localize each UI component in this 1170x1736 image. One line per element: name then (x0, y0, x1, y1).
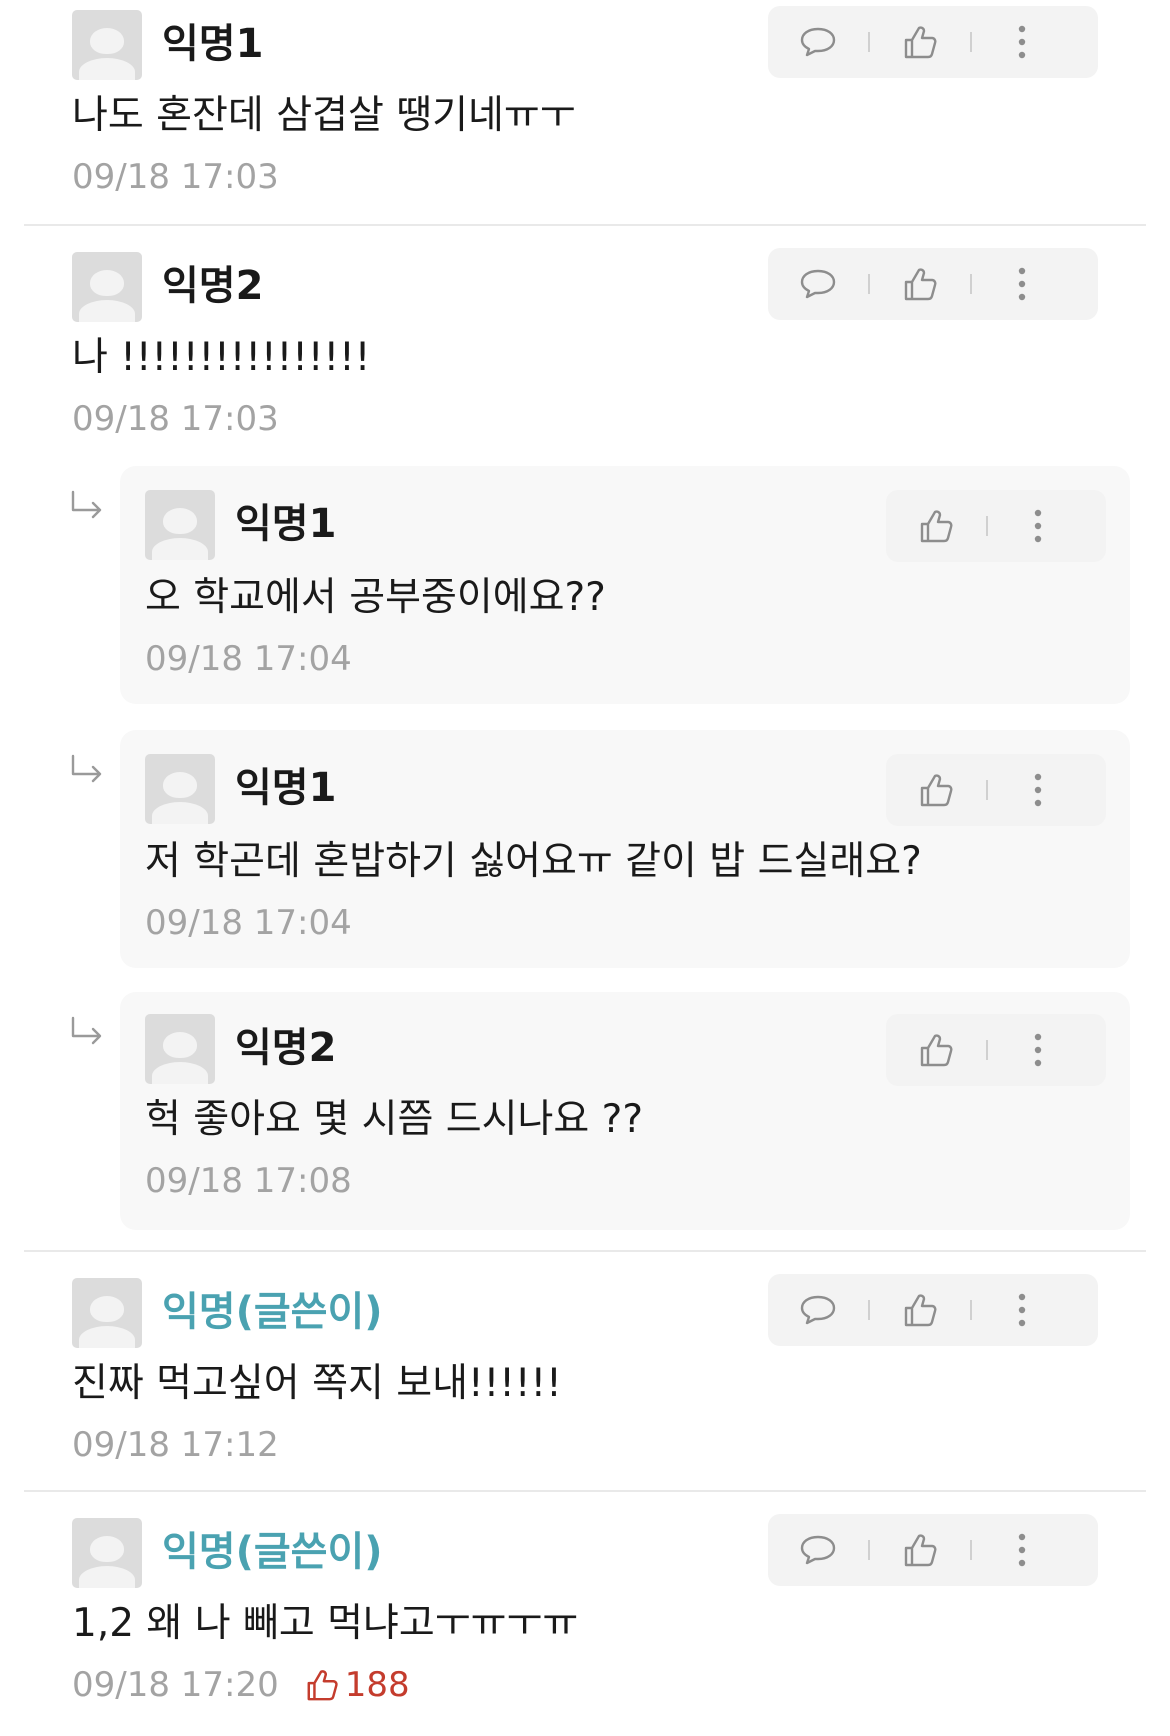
comment-meta: 09/18 17:20 188 (72, 1664, 410, 1706)
like-button[interactable] (870, 6, 970, 78)
reply-nickname: 익명2 (235, 1025, 337, 1071)
divider (24, 224, 1146, 226)
more-button[interactable] (972, 1514, 1072, 1586)
more-button[interactable] (972, 1274, 1072, 1346)
reply-time: 09/18 17:04 (145, 639, 352, 679)
divider (24, 1250, 1146, 1252)
thumbs-up-icon (904, 268, 937, 301)
comment-nickname: 익명(글쓴이) (162, 1529, 383, 1575)
reply-text: 저 학곤데 혼밥하기 싫어요ㅠ 같이 밥 드실래요? (145, 839, 922, 884)
speech-bubble-icon (800, 1535, 836, 1565)
reply-item: 익명2 헉 좋아요 몇 시쯤 드시나요 ?? 09/18 17:08 (120, 992, 1130, 1230)
comment-actions (768, 6, 1098, 78)
thumbs-up-icon (904, 1294, 937, 1327)
comment-time: 09/18 17:03 (72, 157, 279, 197)
divider (24, 1490, 1146, 1492)
reply-arrow-icon (71, 1016, 102, 1045)
like-count: 188 (305, 1664, 410, 1706)
reply-actions (886, 754, 1106, 826)
reply-button[interactable] (768, 1514, 868, 1586)
comment-actions (768, 1274, 1098, 1346)
reply-button[interactable] (768, 1274, 868, 1346)
reply-actions (886, 490, 1106, 562)
avatar (72, 252, 142, 322)
like-button[interactable] (870, 248, 970, 320)
comment-item: 익명(글쓴이) 진짜 먹고싶어 쪽지 보내!!!!!! 09/18 17:12 (0, 1268, 1170, 1488)
reply-time: 09/18 17:04 (145, 903, 352, 943)
reply-nickname: 익명1 (235, 765, 337, 811)
comment-item: 익명(글쓴이) 1,2 왜 나 빼고 먹냐고ㅜㅠㅜㅠ 09/18 17:20 1… (0, 1510, 1170, 1736)
like-button[interactable] (870, 1274, 970, 1346)
thumbs-up-icon (920, 510, 953, 543)
reply-button[interactable] (768, 6, 868, 78)
reply-arrow-icon (71, 754, 102, 783)
more-button[interactable] (988, 1014, 1088, 1086)
like-count-value: 188 (344, 1665, 410, 1705)
reply-actions (886, 1014, 1106, 1086)
reply-item: 익명1 저 학곤데 혼밥하기 싫어요ㅠ 같이 밥 드실래요? 09/18 17:… (120, 730, 1130, 968)
comment-actions (768, 1514, 1098, 1586)
thumbs-up-icon (307, 1670, 338, 1701)
more-button[interactable] (972, 6, 1072, 78)
comment-nickname: 익명(글쓴이) (162, 1289, 383, 1335)
more-button[interactable] (988, 754, 1088, 826)
reply-item: 익명1 오 학교에서 공부중이에요?? 09/18 17:04 (120, 466, 1130, 704)
like-button[interactable] (886, 490, 986, 562)
like-button[interactable] (870, 1514, 970, 1586)
vertical-dots-icon (1034, 773, 1042, 807)
avatar (145, 754, 215, 824)
comment-time: 09/18 17:20 (72, 1665, 279, 1705)
reply-button[interactable] (768, 248, 868, 320)
comment-nickname: 익명2 (162, 263, 264, 309)
comment-text: 1,2 왜 나 빼고 먹냐고ㅜㅠㅜㅠ (72, 1601, 579, 1646)
thumbs-up-icon (920, 1034, 953, 1067)
avatar (72, 1278, 142, 1348)
more-button[interactable] (972, 248, 1072, 320)
vertical-dots-icon (1018, 1293, 1026, 1327)
reply-nickname: 익명1 (235, 501, 337, 547)
comment-item: 익명1 나도 혼잔데 삼겹살 땡기네ㅠㅜ 09/18 17:03 (0, 0, 1170, 226)
thumbs-up-icon (920, 774, 953, 807)
comment-nickname: 익명1 (162, 21, 264, 67)
comment-actions (768, 248, 1098, 320)
like-button[interactable] (886, 1014, 986, 1086)
thumbs-up-icon (904, 1534, 937, 1567)
comment-text: 진짜 먹고싶어 쪽지 보내!!!!!! (72, 1361, 562, 1406)
reply-arrow-icon (71, 490, 102, 519)
speech-bubble-icon (800, 27, 836, 57)
comment-text: 나도 혼잔데 삼겹살 땡기네ㅠㅜ (72, 93, 576, 138)
thumbs-up-icon (904, 26, 937, 59)
avatar (145, 1014, 215, 1084)
speech-bubble-icon (800, 1295, 836, 1325)
vertical-dots-icon (1018, 267, 1026, 301)
comment-text: 나 !!!!!!!!!!!!!!!! (72, 335, 371, 380)
reply-text: 헉 좋아요 몇 시쯤 드시나요 ?? (145, 1097, 644, 1142)
vertical-dots-icon (1034, 1033, 1042, 1067)
more-button[interactable] (988, 490, 1088, 562)
speech-bubble-icon (800, 269, 836, 299)
comment-time: 09/18 17:12 (72, 1425, 279, 1465)
comment-time: 09/18 17:03 (72, 399, 279, 439)
reply-time: 09/18 17:08 (145, 1161, 352, 1201)
vertical-dots-icon (1018, 1533, 1026, 1567)
comment-item: 익명2 나 !!!!!!!!!!!!!!!! 09/18 17:03 (0, 242, 1170, 442)
vertical-dots-icon (1018, 25, 1026, 59)
like-button[interactable] (886, 754, 986, 826)
avatar (72, 1518, 142, 1588)
avatar (145, 490, 215, 560)
vertical-dots-icon (1034, 509, 1042, 543)
avatar (72, 10, 142, 80)
reply-text: 오 학교에서 공부중이에요?? (145, 575, 606, 620)
